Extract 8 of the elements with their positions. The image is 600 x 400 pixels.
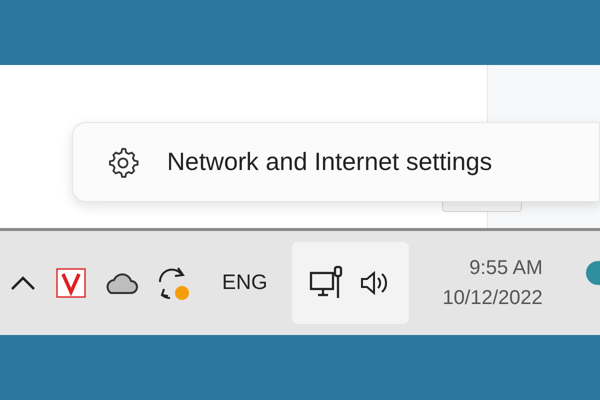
clock[interactable]: 9:55 AM 10/12/2022 [442, 253, 543, 313]
letter-v-app-icon[interactable] [56, 268, 86, 298]
date-text: 10/12/2022 [442, 286, 543, 311]
network-volume-button[interactable] [292, 242, 409, 324]
chevron-up-icon[interactable] [10, 275, 36, 291]
notification-badge[interactable] [586, 261, 600, 285]
time-text: 9:55 AM [469, 256, 543, 281]
language-indicator[interactable]: ENG [222, 267, 268, 299]
